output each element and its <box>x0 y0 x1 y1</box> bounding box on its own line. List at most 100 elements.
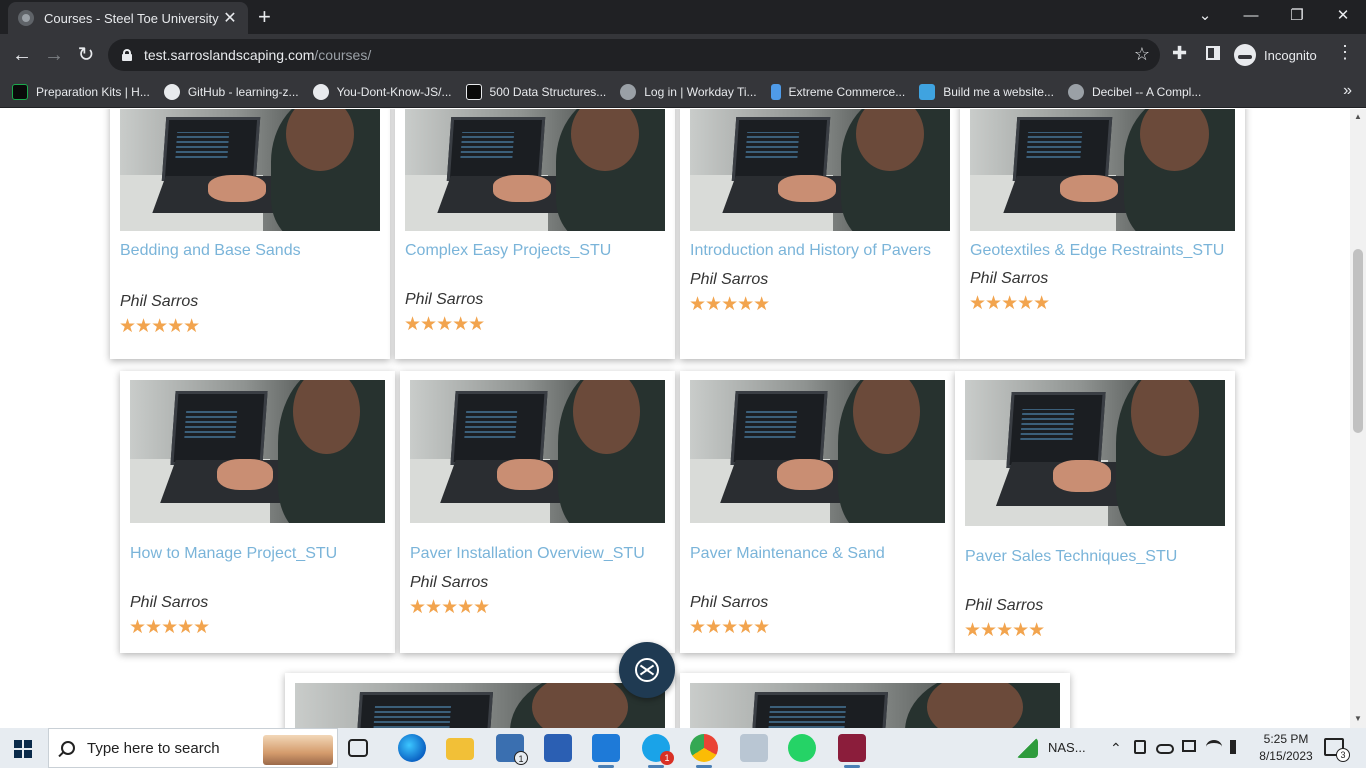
course-title[interactable]: Geotextiles & Edge Restraints_STU <box>970 242 1224 260</box>
task-view-icon[interactable] <box>348 739 368 757</box>
restore-button[interactable]: ❐ <box>1274 4 1320 28</box>
wifi-icon[interactable] <box>1206 740 1222 754</box>
url-path: /courses/ <box>314 47 372 63</box>
course-card[interactable]: Introduction and History of Pavers Phil … <box>680 109 960 359</box>
course-title[interactable]: Complex Easy Projects_STU <box>405 242 611 260</box>
volume-icon[interactable] <box>1230 740 1244 754</box>
course-card[interactable]: How to Manage Project_STU Phil Sarros ★★… <box>120 371 395 653</box>
star-rating: ★★★★★ <box>689 617 770 638</box>
floating-widget-button[interactable] <box>619 642 675 698</box>
back-button[interactable]: ← <box>10 43 34 67</box>
scroll-thumb[interactable] <box>1353 249 1363 433</box>
tab-close-icon[interactable]: ✕ <box>222 8 238 28</box>
notifications-count: 3 <box>1336 748 1350 762</box>
bookmark-item[interactable]: GitHub - learning-z... <box>163 83 299 100</box>
chrome-icon[interactable] <box>690 734 718 768</box>
forward-button[interactable]: → <box>42 43 66 67</box>
store-icon[interactable] <box>544 734 572 762</box>
bookmark-item[interactable]: Extreme Commerce... <box>770 83 905 100</box>
bookmarks-bar: Preparation Kits | H... GitHub - learnin… <box>0 76 1366 108</box>
course-thumbnail[interactable] <box>295 683 665 728</box>
course-thumbnail[interactable] <box>130 380 385 523</box>
extensions-puzzle-icon[interactable]: ✚ <box>1172 43 1187 64</box>
course-title[interactable]: Paver Installation Overview_STU <box>410 545 645 563</box>
course-card[interactable] <box>285 673 675 728</box>
courses-page: Bedding and Base Sands Phil Sarros ★★★★★… <box>0 109 1350 728</box>
course-card[interactable]: Paver Maintenance & Sand Phil Sarros ★★★… <box>680 371 955 653</box>
star-rating: ★★★★★ <box>119 316 200 337</box>
course-author: Phil Sarros <box>130 594 209 611</box>
course-thumbnail[interactable] <box>970 109 1235 231</box>
star-rating: ★★★★★ <box>404 314 485 335</box>
lock-icon[interactable] <box>122 49 132 61</box>
close-window-button[interactable]: ✕ <box>1320 4 1366 28</box>
clock-time: 5:25 PM <box>1263 732 1309 746</box>
tab-search-chevron-icon[interactable]: ⌄ <box>1182 4 1228 28</box>
file-explorer-icon[interactable] <box>446 738 474 760</box>
star-rating: ★★★★★ <box>969 293 1050 314</box>
course-title[interactable]: How to Manage Project_STU <box>130 545 337 563</box>
course-thumbnail[interactable] <box>690 109 950 231</box>
notifications-icon[interactable]: 3 <box>1324 738 1350 762</box>
edge-icon[interactable] <box>398 734 426 762</box>
onedrive-icon[interactable] <box>1156 744 1174 754</box>
course-thumbnail[interactable] <box>965 380 1225 526</box>
browser-tab-courses[interactable]: Courses - Steel Toe University ✕ <box>8 2 248 34</box>
bookmark-item[interactable]: Preparation Kits | H... <box>12 83 150 100</box>
incognito-icon <box>1234 44 1256 66</box>
page-scrollbar[interactable]: ▲ ▼ <box>1350 109 1366 728</box>
search-highlight-image[interactable] <box>263 735 333 765</box>
bookmark-label: GitHub - learning-z... <box>187 84 299 99</box>
photos-icon[interactable] <box>740 734 768 762</box>
course-title[interactable]: Bedding and Base Sands <box>120 242 301 260</box>
tray-chevron-icon[interactable]: ⌃ <box>1110 740 1122 756</box>
new-tab-button[interactable]: + <box>258 6 271 28</box>
course-card[interactable]: Geotextiles & Edge Restraints_STU Phil S… <box>960 109 1245 359</box>
vscode-icon[interactable] <box>592 734 620 768</box>
scroll-down-arrow-icon[interactable]: ▼ <box>1354 714 1362 723</box>
course-title[interactable]: Paver Sales Techniques_STU <box>965 548 1177 566</box>
reload-button[interactable]: ↻ <box>74 43 98 67</box>
chrome-menu-icon[interactable]: ⋮ <box>1336 42 1354 63</box>
bookmark-star-icon[interactable]: ☆ <box>1134 44 1150 65</box>
scroll-up-arrow-icon[interactable]: ▲ <box>1354 112 1362 121</box>
address-bar[interactable]: test.sarroslandscaping.com/courses/ ☆ <box>108 39 1160 71</box>
course-card[interactable]: Paver Installation Overview_STU Phil Sar… <box>400 371 675 653</box>
course-card[interactable] <box>680 673 1070 728</box>
bookmark-item[interactable]: Log in | Workday Ti... <box>620 83 757 100</box>
bookmark-item[interactable]: Decibel -- A Compl... <box>1067 83 1201 100</box>
globe-icon <box>620 83 637 100</box>
hackerrank-icon <box>12 83 28 100</box>
bookmark-item[interactable]: 500 Data Structures... <box>465 83 606 100</box>
windows-start-icon[interactable] <box>14 740 32 758</box>
course-thumbnail[interactable] <box>405 109 665 231</box>
stock-chart-icon[interactable] <box>1016 738 1038 758</box>
taskbar-clock[interactable]: 5:25 PM 8/15/2023 <box>1254 731 1318 765</box>
course-thumbnail[interactable] <box>690 380 945 523</box>
more-bookmarks-icon[interactable]: » <box>1343 82 1352 100</box>
device-icon[interactable] <box>1182 740 1196 752</box>
course-author: Phil Sarros <box>410 574 489 591</box>
mail-icon[interactable]: 1 <box>496 734 528 765</box>
skype-icon[interactable]: 1 <box>642 734 674 768</box>
course-title[interactable]: Introduction and History of Pavers <box>690 242 931 260</box>
course-thumbnail[interactable] <box>410 380 665 523</box>
bookmark-item[interactable]: You-Dont-Know-JS/... <box>312 83 452 100</box>
incognito-indicator[interactable]: Incognito <box>1234 43 1317 67</box>
course-title[interactable]: Paver Maintenance & Sand <box>690 545 885 563</box>
bookmark-item[interactable]: Build me a website... <box>919 83 1054 100</box>
stock-ticker-label[interactable]: NAS... <box>1048 740 1086 755</box>
course-card[interactable]: Paver Sales Techniques_STU Phil Sarros ★… <box>955 371 1235 653</box>
course-card[interactable]: Bedding and Base Sands Phil Sarros ★★★★★ <box>110 109 390 359</box>
minimize-button[interactable]: — <box>1228 4 1274 28</box>
incognito-favicon-icon <box>18 10 34 26</box>
course-thumbnail[interactable] <box>120 109 380 231</box>
whatsapp-icon[interactable] <box>788 734 816 762</box>
url-host: test.sarroslandscaping.com <box>144 47 315 63</box>
course-card[interactable]: Complex Easy Projects_STU Phil Sarros ★★… <box>395 109 675 359</box>
meet-now-icon[interactable] <box>1134 740 1146 754</box>
winrar-icon[interactable] <box>838 734 866 768</box>
side-panel-icon[interactable] <box>1206 46 1220 60</box>
course-thumbnail[interactable] <box>690 683 1060 728</box>
taskbar-search-box[interactable]: Type here to search <box>48 728 338 768</box>
